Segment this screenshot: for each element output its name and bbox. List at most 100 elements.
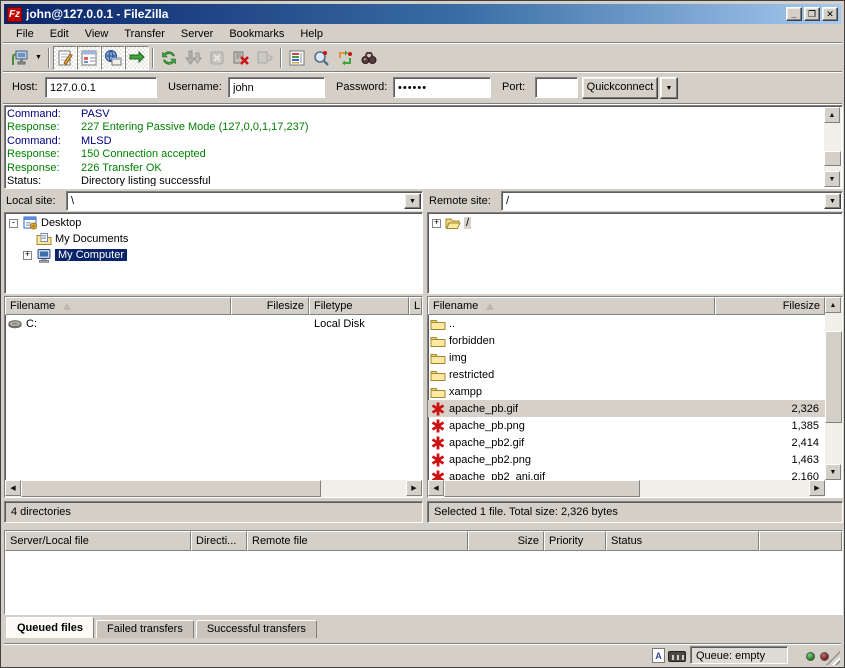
scrollbar-thumb[interactable] (444, 480, 640, 497)
scrollbar-thumb[interactable] (21, 480, 321, 497)
reconnect-button[interactable] (253, 46, 277, 70)
column-header-remote-file[interactable]: Remote file (247, 531, 468, 551)
remote-horizontal-scrollbar[interactable]: ◀ ▶ (428, 480, 825, 497)
remote-file-row-selected[interactable]: apache_pb.gif2,326 (428, 400, 825, 417)
scroll-up-icon[interactable]: ▲ (825, 297, 841, 313)
local-site-label: Local site: (6, 195, 56, 207)
column-header-direction[interactable]: Directi... (191, 531, 247, 551)
remote-site-value[interactable]: / (502, 195, 824, 207)
column-header-filename[interactable]: Filename (428, 297, 715, 315)
scroll-up-icon[interactable]: ▲ (824, 107, 840, 123)
remote-file-row[interactable]: .. (428, 315, 825, 332)
menu-server[interactable]: Server (173, 26, 221, 42)
image-file-icon (430, 418, 446, 434)
local-status-bar: 4 directories (4, 501, 423, 523)
directory-comparison-button[interactable] (309, 46, 333, 70)
chevron-down-icon[interactable]: ▼ (824, 193, 841, 209)
synchronized-browsing-button[interactable] (333, 46, 357, 70)
port-input[interactable] (535, 77, 578, 98)
collapse-icon[interactable]: - (9, 219, 18, 228)
column-header-filesize[interactable]: Filesize (231, 297, 309, 315)
column-header-last-modified[interactable]: L (409, 297, 422, 315)
column-header-filename[interactable]: Filename (5, 297, 231, 315)
disconnect-button[interactable] (229, 46, 253, 70)
column-header-filetype[interactable]: Filetype (309, 297, 409, 315)
tree-item-label[interactable]: / (464, 217, 471, 229)
column-header-size[interactable]: Size (468, 531, 544, 551)
remote-vertical-scrollbar[interactable]: ▲ ▼ (825, 297, 842, 480)
tree-item-my-documents[interactable]: My Documents (5, 231, 422, 247)
cancel-operation-button[interactable] (205, 46, 229, 70)
menu-file[interactable]: File (8, 26, 42, 42)
message-log-scrollbar[interactable]: ▲ ▼ (824, 107, 841, 187)
remote-file-row[interactable]: apache_pb.png1,385 (428, 417, 825, 434)
menu-help[interactable]: Help (292, 26, 331, 42)
host-input[interactable] (45, 77, 157, 98)
minimize-button[interactable]: _ (786, 7, 802, 21)
scroll-down-icon[interactable]: ▼ (824, 171, 840, 187)
queue-tabs: Queued files Failed transfers Successful… (6, 616, 319, 638)
quickconnect-button[interactable]: Quickconnect (582, 77, 658, 99)
process-queue-button[interactable] (181, 46, 205, 70)
refresh-button[interactable] (157, 46, 181, 70)
queue-header: Server/Local file Directi... Remote file… (5, 531, 842, 551)
tree-item-my-computer[interactable]: + My Computer (5, 247, 422, 263)
remote-file-row[interactable]: img (428, 349, 825, 366)
folder-icon (430, 350, 446, 366)
site-manager-dropdown-button[interactable]: ▼ (32, 46, 45, 70)
scroll-right-icon[interactable]: ▶ (809, 480, 825, 496)
local-file-row[interactable]: C: Local Disk (5, 315, 422, 332)
scroll-down-icon[interactable]: ▼ (825, 464, 841, 480)
tab-successful-transfers[interactable]: Successful transfers (196, 620, 317, 638)
menu-edit[interactable]: Edit (42, 26, 77, 42)
remote-file-row[interactable]: xampp (428, 383, 825, 400)
tree-item-label[interactable]: Desktop (41, 217, 81, 229)
maximize-button[interactable]: ❐ (804, 7, 820, 21)
tab-queued-files[interactable]: Queued files (6, 617, 94, 638)
site-manager-button[interactable] (8, 46, 32, 70)
toggle-local-tree-button[interactable] (77, 46, 101, 70)
toggle-transfer-queue-button[interactable] (125, 46, 149, 70)
menu-bookmarks[interactable]: Bookmarks (221, 26, 292, 42)
scroll-left-icon[interactable]: ◀ (5, 480, 21, 496)
filter-button[interactable] (285, 46, 309, 70)
tree-item-label[interactable]: My Computer (55, 249, 127, 261)
menu-view[interactable]: View (77, 26, 117, 42)
chevron-down-icon[interactable]: ▼ (404, 193, 421, 209)
column-header-server-local-file[interactable]: Server/Local file (5, 531, 191, 551)
remote-file-row[interactable]: forbidden (428, 332, 825, 349)
expand-icon[interactable]: + (432, 219, 441, 228)
log-line: Command:PASV (7, 108, 822, 121)
window-title: john@127.0.0.1 - FileZilla (26, 7, 780, 21)
toggle-message-log-button[interactable] (53, 46, 77, 70)
local-horizontal-scrollbar[interactable]: ◀ ▶ (5, 480, 422, 497)
quickconnect-dropdown-button[interactable]: ▼ (660, 77, 678, 99)
username-input[interactable] (228, 77, 325, 98)
remote-file-row[interactable]: apache_pb2_ani.gif2,160 (428, 468, 825, 480)
toggle-remote-tree-button[interactable] (101, 46, 125, 70)
column-header-filesize[interactable]: Filesize (715, 297, 825, 315)
tree-item-root[interactable]: + / (428, 215, 842, 231)
column-header-status[interactable]: Status (606, 531, 759, 551)
local-site-value[interactable]: \ (67, 195, 404, 207)
column-header-priority[interactable]: Priority (544, 531, 606, 551)
title-bar[interactable]: Fz john@127.0.0.1 - FileZilla _ ❐ ✕ (4, 4, 841, 24)
remote-site-combobox[interactable]: / ▼ (501, 191, 843, 211)
tree-item-desktop[interactable]: - Desktop (5, 215, 422, 231)
remote-directory-tree: + / (427, 212, 843, 294)
local-site-combobox[interactable]: \ ▼ (66, 191, 423, 211)
remote-file-row[interactable]: apache_pb2.png1,463 (428, 451, 825, 468)
close-button[interactable]: ✕ (822, 7, 838, 21)
find-files-button[interactable] (357, 46, 381, 70)
scroll-left-icon[interactable]: ◀ (428, 480, 444, 496)
expand-icon[interactable]: + (23, 251, 32, 260)
tab-failed-transfers[interactable]: Failed transfers (96, 620, 194, 638)
scrollbar-thumb[interactable] (825, 331, 842, 423)
menu-transfer[interactable]: Transfer (116, 26, 173, 42)
remote-file-row[interactable]: restricted (428, 366, 825, 383)
scroll-right-icon[interactable]: ▶ (406, 480, 422, 496)
password-input[interactable] (393, 77, 491, 98)
scrollbar-thumb[interactable] (824, 151, 841, 166)
remote-file-row[interactable]: apache_pb2.gif2,414 (428, 434, 825, 451)
tree-item-label[interactable]: My Documents (55, 233, 128, 245)
